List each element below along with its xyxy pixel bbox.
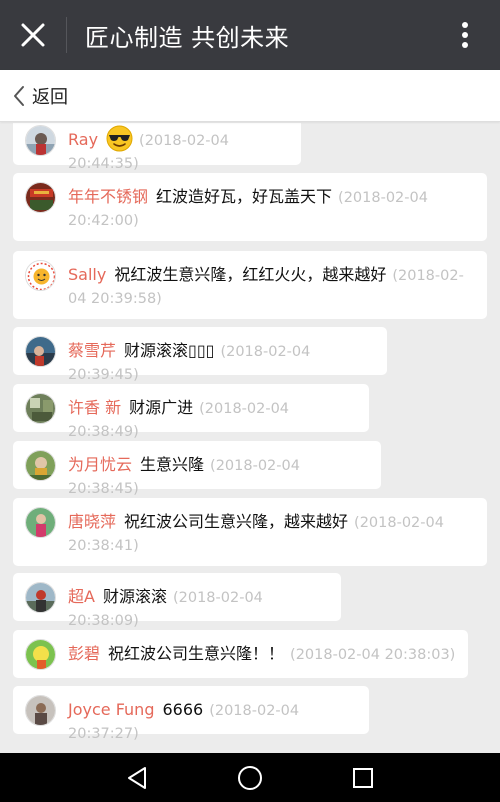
message-body: 彭碧 祝红波公司生意兴隆！！ (2018-02-04 20:38:03) (68, 639, 455, 666)
list-item: Ray (2018-02-04 20:44:35) (13, 123, 301, 172)
chevron-left-icon (14, 85, 24, 106)
list-item: 唐晓萍 祝红波公司生意兴隆，越来越好 (2018-02-04 20:38:41) (13, 498, 487, 566)
commenter-name[interactable]: Ray (68, 130, 98, 149)
message-body: 年年不锈钢 红波造好瓦，好瓦盖天下 (2018-02-04 20:42:00) (68, 182, 468, 232)
commenter-name[interactable]: 蔡雪芹 (68, 341, 116, 360)
comment-text: 财源滚滚▯▯▯ (124, 341, 215, 360)
more-vertical-icon (462, 22, 468, 48)
avatar (25, 582, 56, 613)
commenter-name[interactable]: Sally (68, 265, 106, 284)
commenter-name[interactable]: Joyce Fung (68, 700, 154, 719)
comment-text: 财源滚滚 (102, 587, 167, 606)
commenter-name[interactable]: 许香 新 (68, 398, 121, 417)
message-body: 许香 新财源广进 (2018-02-04 20:38:49) (68, 393, 357, 443)
message-body: 唐晓萍 祝红波公司生意兴隆，越来越好 (2018-02-04 20:38:41) (68, 507, 468, 557)
message-body: Sally 祝红波生意兴隆，红红火火，越来越好 (2018-02-04 20:39:… (68, 260, 468, 310)
circle-home-icon (237, 765, 262, 790)
triangle-back-icon (127, 766, 146, 789)
commenter-name[interactable]: 彭碧 (68, 644, 100, 663)
list-item: 许香 新财源广进 (2018-02-04 20:38:49) (13, 384, 369, 440)
avatar (25, 182, 56, 213)
nav-recent-button[interactable] (343, 758, 383, 798)
avatar (25, 507, 56, 538)
comment-list[interactable]: Ray (2018-02-04 20:44:35) 年年不锈钢 红波造好瓦，好瓦盖天… (0, 123, 500, 753)
more-button[interactable] (430, 0, 500, 70)
message-body: 为月忧云 生意兴隆 (2018-02-04 20:38:45) (68, 450, 369, 500)
list-item: 蔡雪芹 财源滚滚▯▯▯ (2018-02-04 20:39:45) (13, 327, 387, 383)
comment-text: 祝红波生意兴隆，红红火火，越来越好 (114, 265, 387, 284)
avatar (25, 639, 56, 670)
comment-text: 生意兴隆 (140, 455, 205, 474)
sunglasses-emoji-icon (106, 125, 133, 152)
close-button[interactable] (0, 0, 66, 70)
list-item: 年年不锈钢 红波造好瓦，好瓦盖天下 (2018-02-04 20:42:00) (13, 173, 487, 241)
nav-home-button[interactable] (230, 758, 270, 798)
message-body: Joyce Fung 6666 (2018-02-04 20:37:27) (68, 695, 357, 745)
close-icon (21, 23, 45, 47)
avatar (25, 125, 56, 156)
avatar (25, 695, 56, 726)
avatar (25, 260, 56, 291)
list-item: 彭碧 祝红波公司生意兴隆！！ (2018-02-04 20:38:03) (13, 630, 468, 678)
commenter-name[interactable]: 超A (68, 587, 95, 606)
page-title: 匠心制造 共创未来 (85, 23, 290, 52)
comment-text: 6666 (162, 700, 204, 719)
avatar (25, 336, 56, 367)
commenter-name[interactable]: 唐晓萍 (68, 512, 116, 531)
list-item: Joyce Fung 6666 (2018-02-04 20:37:27) (13, 686, 369, 742)
message-body: 蔡雪芹 财源滚滚▯▯▯ (2018-02-04 20:39:45) (68, 336, 375, 386)
timestamp: (2018-02-04 20:38:03) (290, 647, 456, 663)
commenter-name[interactable]: 年年不锈钢 (68, 187, 148, 206)
avatar (25, 450, 56, 481)
list-item: 超A 财源滚滚 (2018-02-04 20:38:09) (13, 573, 341, 629)
list-item: 为月忧云 生意兴隆 (2018-02-04 20:38:45) (13, 441, 381, 497)
app-bar-divider (66, 17, 67, 53)
list-item: Sally 祝红波生意兴隆，红红火火，越来越好 (2018-02-04 20:39:… (13, 251, 487, 319)
comment-text: 祝红波公司生意兴隆！！ (108, 644, 285, 663)
back-label: 返回 (32, 86, 68, 108)
message-body: Ray (2018-02-04 20:44:35) (68, 125, 289, 175)
back-button[interactable]: 返回 (0, 70, 68, 121)
back-bar: 返回 (0, 70, 500, 122)
avatar (25, 393, 56, 424)
message-body: 超A 财源滚滚 (2018-02-04 20:38:09) (68, 582, 329, 632)
nav-back-button[interactable] (117, 758, 157, 798)
comment-text: 祝红波公司生意兴隆，越来越好 (124, 512, 349, 531)
comment-text: 财源广进 (129, 398, 194, 417)
square-recent-icon (353, 767, 374, 788)
commenter-name[interactable]: 为月忧云 (68, 455, 132, 474)
comment-text: 红波造好瓦，好瓦盖天下 (156, 187, 333, 206)
system-nav-bar (0, 753, 500, 802)
app-bar: 匠心制造 共创未来 (0, 0, 500, 70)
